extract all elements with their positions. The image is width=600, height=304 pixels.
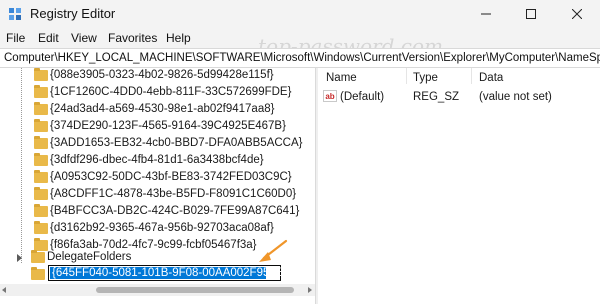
tree-connector-line [21, 68, 22, 263]
menu-file[interactable]: File [6, 31, 25, 45]
tree-pane[interactable]: {088e3905-0323-4b02-9826-5d99428e115f} {… [0, 68, 315, 304]
tree-item-label: {374DE290-123F-4565-9164-39C4925E467B} [50, 120, 286, 132]
tree-item-label: {A8CDFF1C-4878-43be-B5FD-F8091C1C60D0} [50, 188, 297, 200]
maximize-button[interactable] [508, 0, 554, 28]
tree-item[interactable]: {24ad3ad4-a569-4530-98e1-ab02f9417aa8} [34, 102, 304, 120]
tree-item[interactable]: {3ADD1653-EB32-4cb0-BBD7-DFA0ABB5ACCA} [34, 136, 304, 154]
value-data: (value not set) [479, 91, 552, 103]
tree-item-label: {A0953C92-50DC-43bf-BE83-3742FED03C9C} [50, 171, 292, 183]
tree-item[interactable]: {374DE290-123F-4565-9164-39C4925E467B} [34, 119, 304, 137]
tree-item[interactable]: {A0953C92-50DC-43bf-BE83-3742FED03C9C} [34, 170, 304, 188]
menu-help[interactable]: Help [166, 31, 191, 45]
menu-favorites[interactable]: Favorites [108, 31, 157, 45]
folder-icon [34, 187, 48, 200]
folder-icon [34, 204, 48, 217]
horizontal-scrollbar[interactable] [0, 284, 315, 296]
folder-icon [34, 170, 48, 183]
folder-icon [34, 221, 48, 234]
menu-view[interactable]: View [71, 31, 97, 45]
folder-icon [34, 153, 48, 166]
folder-icon [34, 85, 48, 98]
column-header-type[interactable]: Type [413, 72, 438, 84]
tree-item[interactable]: {A8CDFF1C-4878-43be-B5FD-F8091C1C60D0} [34, 187, 304, 205]
ab-string-icon: ab [323, 90, 337, 102]
folder-icon [34, 102, 48, 115]
tree-item[interactable]: {B4BFCC3A-DB2C-424C-B029-7FE99A87C641} [34, 204, 304, 222]
tree-item[interactable]: {1CF1260C-4DD0-4ebb-811F-33C572699FDE} [34, 85, 304, 103]
address-path[interactable]: Computer\HKEY_LOCAL_MACHINE\SOFTWARE\Mic… [4, 52, 600, 64]
tree-item-label: {24ad3ad4-a569-4530-98e1-ab02f9417aa8} [50, 103, 275, 115]
folder-icon [31, 250, 45, 263]
registry-editor-icon [9, 8, 21, 20]
folder-icon [34, 136, 48, 149]
scroll-left-icon[interactable] [2, 287, 6, 293]
window-title: Registry Editor [30, 6, 116, 21]
value-name[interactable]: (Default) [340, 91, 384, 103]
tree-item-label: DelegateFolders [47, 251, 132, 263]
close-button[interactable] [554, 0, 600, 28]
key-name-edit-field[interactable]: {645FF040-5081-101B-9F08-00AA002F954E} [48, 265, 287, 281]
minimize-button[interactable] [463, 0, 509, 28]
tree-item-label: {1CF1260C-4DD0-4ebb-811F-33C572699FDE} [50, 86, 292, 98]
tree-item-label: {B4BFCC3A-DB2C-424C-B029-7FE99A87C641} [50, 205, 300, 217]
column-header-name[interactable]: Name [326, 72, 357, 84]
tree-item-label: {3dfdf296-dbec-4fb4-81d1-6a3438bcf4de} [50, 154, 264, 166]
maximize-icon [526, 9, 536, 19]
expand-arrow-icon[interactable] [17, 254, 22, 262]
tree-item-label: {088e3905-0323-4b02-9826-5d99428e115f} [50, 69, 274, 81]
tree-item[interactable]: {d3162b92-9365-467a-956b-92703aca08af} [34, 221, 304, 239]
menu-edit[interactable]: Edit [38, 31, 59, 45]
column-divider[interactable] [471, 68, 472, 84]
value-type: REG_SZ [413, 91, 460, 103]
folder-icon [31, 267, 45, 280]
tree-item-label: {d3162b92-9365-467a-956b-92703aca08af} [50, 222, 274, 234]
tree-item[interactable]: {088e3905-0323-4b02-9826-5d99428e115f} [34, 68, 304, 86]
column-header-data[interactable]: Data [479, 72, 503, 84]
tree-item-new-key[interactable] [31, 267, 47, 285]
folder-icon [34, 119, 48, 132]
tree-item-label: {3ADD1653-EB32-4cb0-BBD7-DFA0ABB5ACCA} [50, 137, 303, 149]
address-bar[interactable]: Computer\HKEY_LOCAL_MACHINE\SOFTWARE\Mic… [0, 48, 600, 68]
values-pane[interactable]: Name Type Data ab (Default) REG_SZ (valu… [318, 68, 600, 304]
title-bar: Registry Editor [0, 0, 600, 28]
scroll-right-icon[interactable] [308, 287, 312, 293]
tree-item[interactable]: {3dfdf296-dbec-4fb4-81d1-6a3438bcf4de} [34, 153, 304, 171]
key-name-value[interactable]: {645FF040-5081-101B-9F08-00AA002F954E} [52, 266, 287, 280]
folder-icon [34, 68, 48, 81]
scrollbar-thumb[interactable] [96, 287, 294, 293]
column-divider[interactable] [406, 68, 407, 84]
close-icon [572, 9, 582, 19]
minimize-icon [481, 13, 491, 15]
